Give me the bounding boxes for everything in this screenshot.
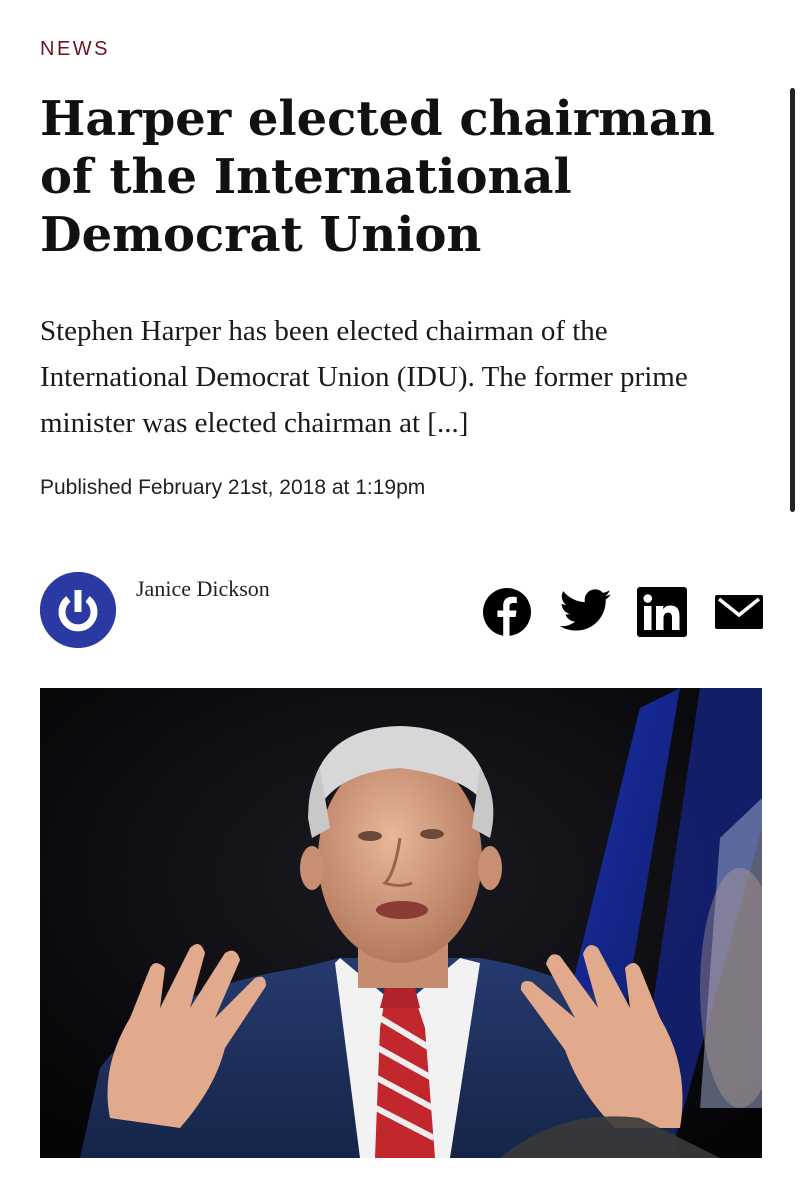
linkedin-icon [637,587,687,637]
speaker-photo-image [40,688,762,1158]
author-name[interactable]: Janice Dickson [136,576,270,602]
facebook-share-button[interactable] [482,587,532,637]
scrollbar[interactable] [790,88,795,512]
section-label[interactable]: NEWS [40,38,110,61]
author-avatar[interactable] [40,572,116,648]
article-photo[interactable] [40,688,762,1158]
twitter-share-button[interactable] [560,587,612,635]
email-share-button[interactable] [714,587,764,637]
published-date: Published February 21st, 2018 at 1:19pm [40,476,426,499]
article-excerpt: Stephen Harper has been elected chairman… [40,315,688,439]
email-icon [715,595,763,629]
twitter-icon [560,589,612,631]
linkedin-share-button[interactable] [637,587,687,637]
headline[interactable]: Harper elected chairman of the Internati… [40,90,770,264]
facebook-icon [483,588,531,636]
power-logo-icon [40,572,116,648]
